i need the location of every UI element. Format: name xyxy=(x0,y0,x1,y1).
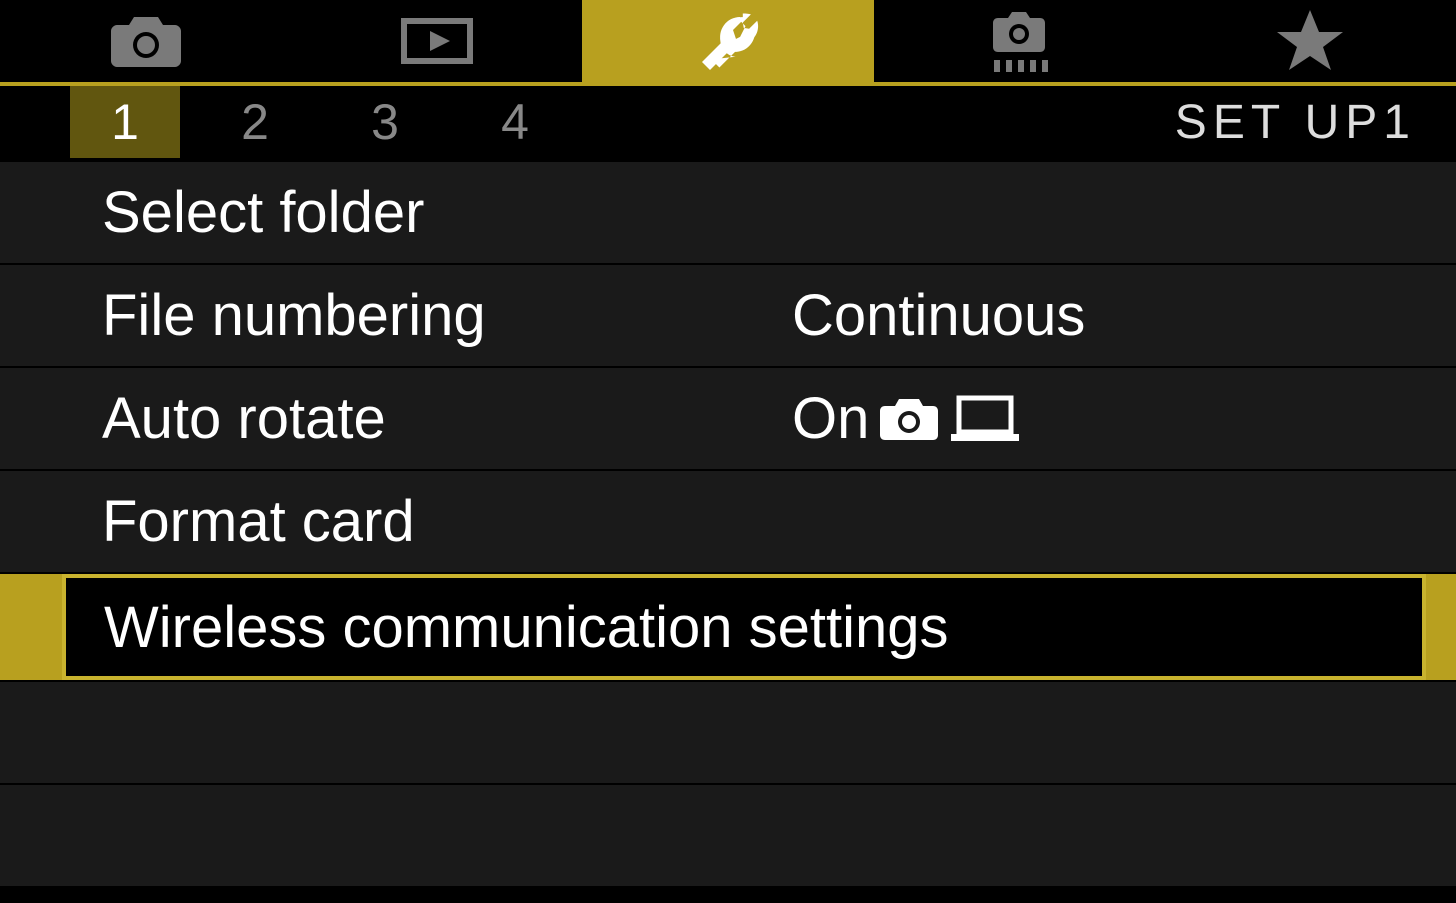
tab-shoot[interactable] xyxy=(0,0,291,82)
menu-item-label: File numbering xyxy=(102,282,792,349)
subtab-page-3[interactable]: 3 xyxy=(330,86,440,158)
subtab-bar: 1 2 3 4 SET UP1 xyxy=(0,86,1456,158)
menu-item-value: On xyxy=(792,385,1456,452)
menu-item-file-numbering[interactable]: File numbering Continuous xyxy=(0,263,1456,366)
tab-playback[interactable] xyxy=(291,0,582,82)
camera-icon xyxy=(107,13,185,69)
menu-item-label: Auto rotate xyxy=(102,385,792,452)
subtab-page-1[interactable]: 1 xyxy=(70,86,180,158)
menu-item-format-card[interactable]: Format card xyxy=(0,469,1456,572)
subtab-page-2[interactable]: 2 xyxy=(200,86,310,158)
tab-custom-functions[interactable] xyxy=(874,0,1165,82)
menu-item-empty xyxy=(0,783,1456,886)
section-title: SET UP1 xyxy=(1175,95,1426,150)
menu-item-value: Continuous xyxy=(792,282,1456,349)
top-tab-bar xyxy=(0,0,1456,86)
menu-item-label: Wireless communication settings xyxy=(104,594,949,661)
menu-item-wireless-communication[interactable]: Wireless communication settings xyxy=(0,572,1456,680)
tab-my-menu[interactable] xyxy=(1165,0,1456,82)
menu-item-auto-rotate[interactable]: Auto rotate On xyxy=(0,366,1456,469)
subtab-page-4[interactable]: 4 xyxy=(460,86,570,158)
custom-functions-icon xyxy=(980,8,1058,74)
star-icon xyxy=(1275,8,1345,74)
menu-item-select-folder[interactable]: Select folder xyxy=(0,160,1456,263)
laptop-icon xyxy=(949,394,1021,444)
wrench-icon xyxy=(696,9,760,73)
menu-item-label: Select folder xyxy=(102,179,792,246)
menu-item-value-text: On xyxy=(792,385,869,452)
tab-setup[interactable] xyxy=(582,0,873,82)
menu-item-label: Format card xyxy=(102,488,792,555)
camera-small-icon xyxy=(877,396,941,442)
menu-list: Select folder File numbering Continuous … xyxy=(0,160,1456,886)
playback-icon xyxy=(398,15,476,67)
menu-item-empty xyxy=(0,680,1456,783)
